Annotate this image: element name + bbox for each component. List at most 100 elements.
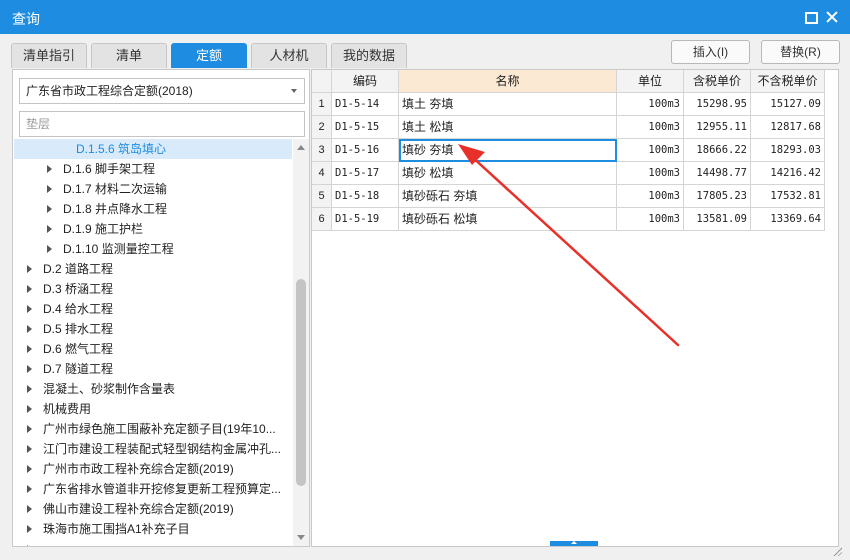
tree-item-label: D.1.5.6 筑岛填心	[76, 142, 167, 156]
cell-price-notax[interactable]: 13369.64	[751, 208, 825, 231]
expand-icon[interactable]	[27, 545, 32, 546]
expand-icon[interactable]	[27, 525, 32, 533]
scrollbar-thumb[interactable]	[296, 279, 306, 486]
tree-item[interactable]: 江门市建设工程装配式轻型钢结构金属冲孔...	[14, 439, 292, 459]
expand-icon[interactable]	[27, 345, 32, 353]
tree-item[interactable]: 广州市绿色施工围蔽补充定额子目(19年10...	[14, 419, 292, 439]
replace-button[interactable]: 替换(R)	[761, 40, 840, 64]
cell-code[interactable]: D1-5-19	[332, 208, 399, 231]
tree-item[interactable]: D.2 道路工程	[14, 259, 292, 279]
column-header-code[interactable]: 编码	[332, 70, 399, 93]
cell-price-notax[interactable]: 14216.42	[751, 162, 825, 185]
tab-quota[interactable]: 定额	[171, 43, 247, 68]
tree-item[interactable]: D.6 燃气工程	[14, 339, 292, 359]
tree-item[interactable]: D.4 给水工程	[14, 299, 292, 319]
cell-unit[interactable]: 100m3	[617, 208, 684, 231]
column-header-price-tax[interactable]: 含税单价	[684, 70, 751, 93]
tree-scrollbar[interactable]	[293, 139, 309, 546]
tree-search-input[interactable]	[19, 111, 305, 137]
tree-item[interactable]: D.5 排水工程	[14, 319, 292, 339]
expand-icon[interactable]	[27, 365, 32, 373]
cell-price-tax[interactable]: 14498.77	[684, 162, 751, 185]
tree-item[interactable]: D.1.7 材料二次运输	[14, 179, 292, 199]
tree-item[interactable]: D.1.6 脚手架工程	[14, 159, 292, 179]
tree-item[interactable]: D.1.5.6 筑岛填心	[14, 139, 292, 159]
scroll-up-icon[interactable]	[297, 145, 305, 150]
close-icon[interactable]	[824, 9, 840, 25]
tree-item-label: 广州市绿色施工围蔽补充定额子目(19年10...	[43, 422, 276, 436]
cell-unit[interactable]: 100m3	[617, 116, 684, 139]
cell-price-tax[interactable]: 15298.95	[684, 93, 751, 116]
tree-item[interactable]: 珠海市施工围挡A1补充子目	[14, 519, 292, 539]
expand-icon[interactable]	[47, 185, 52, 193]
cell-price-tax[interactable]: 17805.23	[684, 185, 751, 208]
column-header-unit[interactable]: 单位	[617, 70, 684, 93]
tree-item[interactable]: D.1.8 井点降水工程	[14, 199, 292, 219]
cell-name[interactable]: 填土 夯填	[399, 93, 617, 116]
expand-icon[interactable]	[47, 205, 52, 213]
tree-item[interactable]: D.1.9 施工护栏	[14, 219, 292, 239]
tree-item[interactable]: D.7 隧道工程	[14, 359, 292, 379]
tree-item-label: 机械费用	[43, 402, 92, 416]
expand-icon[interactable]	[27, 325, 32, 333]
expand-icon[interactable]	[27, 385, 32, 393]
expand-icon[interactable]	[27, 425, 32, 433]
tab-list[interactable]: 清单	[91, 43, 167, 68]
cell-name-selected[interactable]: 填砂 夯填	[399, 139, 617, 162]
panel-splitter-handle[interactable]	[550, 541, 598, 546]
tree-item-label: D.2 道路工程	[43, 262, 114, 276]
expand-icon[interactable]	[27, 405, 32, 413]
expand-icon[interactable]	[27, 485, 32, 493]
cell-code[interactable]: D1-5-16	[332, 139, 399, 162]
cell-name[interactable]: 填土 松填	[399, 116, 617, 139]
expand-icon[interactable]	[27, 305, 32, 313]
cell-price-notax[interactable]: 15127.09	[751, 93, 825, 116]
insert-button[interactable]: 插入(I)	[671, 40, 750, 64]
cell-price-notax[interactable]: 12817.68	[751, 116, 825, 139]
expand-icon[interactable]	[27, 265, 32, 273]
tree-item-label: D.4 给水工程	[43, 302, 114, 316]
library-select-value: 广东省市政工程综合定额(2018)	[26, 84, 193, 98]
expand-icon[interactable]	[27, 285, 32, 293]
cell-price-tax[interactable]: 13581.09	[684, 208, 751, 231]
tab-list-guide[interactable]: 清单指引	[11, 43, 87, 68]
cell-name[interactable]: 填砂砾石 夯填	[399, 185, 617, 208]
tree-item[interactable]: 广东省排水管道非开挖修复更新工程预算定...	[14, 479, 292, 499]
cell-price-tax[interactable]: 12955.11	[684, 116, 751, 139]
tree-item[interactable]: 机械费用	[14, 399, 292, 419]
resize-grip-icon[interactable]	[832, 546, 842, 556]
cell-unit[interactable]: 100m3	[617, 93, 684, 116]
scroll-down-icon[interactable]	[297, 535, 305, 540]
expand-icon[interactable]	[27, 445, 32, 453]
tree-item[interactable]: 混凝土、砂浆制作含量表	[14, 379, 292, 399]
tree-item[interactable]: D.1.10 监测量控工程	[14, 239, 292, 259]
cell-price-notax[interactable]: 17532.81	[751, 185, 825, 208]
cell-unit[interactable]: 100m3	[617, 139, 684, 162]
cell-code[interactable]: D1-5-14	[332, 93, 399, 116]
expand-icon[interactable]	[47, 165, 52, 173]
cell-code[interactable]: D1-5-15	[332, 116, 399, 139]
expand-icon[interactable]	[47, 245, 52, 253]
maximize-icon[interactable]	[802, 9, 818, 25]
expand-icon[interactable]	[47, 225, 52, 233]
column-header-name[interactable]: 名称	[399, 70, 617, 93]
cell-code[interactable]: D1-5-18	[332, 185, 399, 208]
expand-icon[interactable]	[27, 505, 32, 513]
cell-unit[interactable]: 100m3	[617, 185, 684, 208]
tree-item[interactable]: 广州市市政工程补充综合定额(2019)	[14, 459, 292, 479]
cell-price-notax[interactable]: 18293.03	[751, 139, 825, 162]
cell-unit[interactable]: 100m3	[617, 162, 684, 185]
tree-item[interactable]	[14, 539, 292, 546]
expand-icon[interactable]	[27, 465, 32, 473]
library-select[interactable]: 广东省市政工程综合定额(2018)	[19, 78, 305, 104]
tab-my-data[interactable]: 我的数据	[331, 43, 407, 68]
cell-name[interactable]: 填砂砾石 松填	[399, 208, 617, 231]
cell-code[interactable]: D1-5-17	[332, 162, 399, 185]
column-header-price-notax[interactable]: 不含税单价	[751, 70, 825, 93]
tree-item[interactable]: 佛山市建设工程补充综合定额(2019)	[14, 499, 292, 519]
tree-item[interactable]: D.3 桥涵工程	[14, 279, 292, 299]
cell-price-tax[interactable]: 18666.22	[684, 139, 751, 162]
cell-name[interactable]: 填砂 松填	[399, 162, 617, 185]
tab-labor-material-machine[interactable]: 人材机	[251, 43, 327, 68]
tree-item-label: D.6 燃气工程	[43, 342, 114, 356]
